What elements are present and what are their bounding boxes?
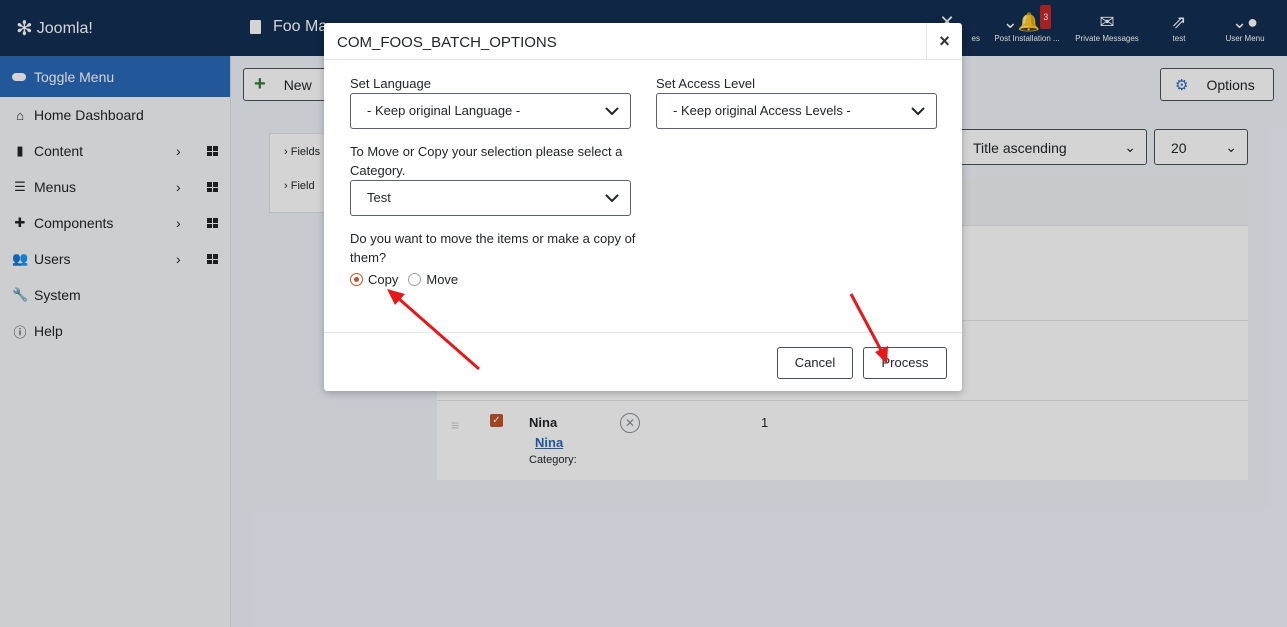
modal-footer: Cancel Process	[324, 332, 962, 391]
process-button[interactable]: Process	[863, 347, 947, 379]
move-copy-label: Do you want to move the items or make a …	[350, 231, 636, 265]
copy-radio[interactable]	[350, 273, 363, 286]
chevron-down-icon	[594, 181, 630, 215]
copy-radio-label[interactable]: Copy	[368, 272, 398, 287]
move-copy-radio-group: Copy Move	[350, 272, 458, 287]
language-select[interactable]: - Keep original Language -	[350, 93, 631, 129]
modal-title: COM_FOOS_BATCH_OPTIONS	[337, 34, 557, 51]
modal-header: COM_FOOS_BATCH_OPTIONS ×	[324, 23, 962, 60]
close-button[interactable]: ×	[926, 23, 962, 60]
category-label: To Move or Copy your selection please se…	[350, 144, 623, 178]
chevron-down-icon	[594, 94, 630, 128]
move-radio[interactable]	[408, 273, 422, 286]
chevron-down-icon	[900, 94, 936, 128]
access-level-label: Set Access Level	[656, 76, 755, 91]
category-select[interactable]: Test	[350, 180, 631, 216]
access-level-select[interactable]: - Keep original Access Levels -	[656, 93, 937, 129]
cancel-button[interactable]: Cancel	[777, 347, 853, 379]
move-radio-label[interactable]: Move	[426, 272, 458, 287]
language-label: Set Language	[350, 76, 431, 91]
batch-options-modal: COM_FOOS_BATCH_OPTIONS × Set Language - …	[324, 23, 962, 391]
